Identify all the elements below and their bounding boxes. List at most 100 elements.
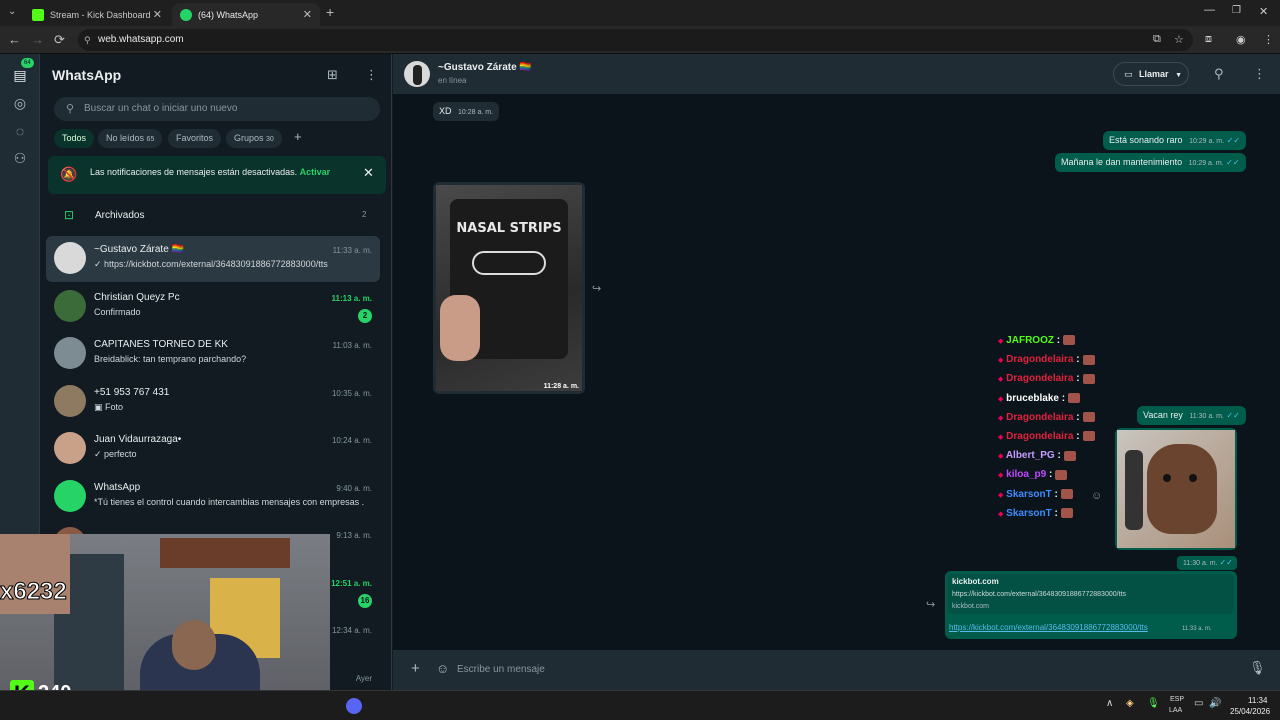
tab-label: (64) WhatsApp xyxy=(198,9,259,20)
image-message[interactable]: NASAL STRIPS 11:28 a. m. xyxy=(433,182,585,394)
browser-menu-icon[interactable]: ⋮ xyxy=(1263,33,1274,46)
message-text: Mañana le dan mantenimiento xyxy=(1061,157,1183,167)
filter-label: Grupos xyxy=(234,133,264,143)
image-time-bar: 11:30 a. m. ✓✓ xyxy=(1177,556,1237,570)
chat-avatar[interactable] xyxy=(54,337,86,369)
tray-chevron-icon[interactable]: ∧ xyxy=(1106,698,1113,709)
conversation-header[interactable]: ~Gustavo Zárate 🏳️‍🌈 en línea ▭ Llamar ▼… xyxy=(393,54,1280,94)
window-close-icon[interactable]: ✕ xyxy=(1259,5,1268,18)
new-tab-icon[interactable]: + xyxy=(326,4,334,20)
search-input[interactable]: ⚲ Buscar un chat o iniciar uno nuevo xyxy=(54,97,380,121)
tray-app-icon[interactable]: ◈ xyxy=(1126,698,1134,709)
bookmark-star-icon[interactable]: ☆ xyxy=(1174,33,1184,46)
filter-todos[interactable]: Todos xyxy=(54,129,95,148)
message-out[interactable]: Vacan rey 11:30 a. m. ✓✓ xyxy=(1137,406,1246,425)
tray-mic-icon[interactable]: 🎙 xyxy=(1147,698,1160,709)
chat-name: +51 953 767 431 xyxy=(94,386,170,398)
forward-icon[interactable]: → xyxy=(31,32,44,47)
overlay-colon: : xyxy=(1073,431,1080,442)
add-filter-icon[interactable]: + xyxy=(294,129,302,144)
chat-row[interactable]: Christian Queyz Pc Confirmado 11:13 a. m. 2 xyxy=(46,284,380,330)
maximize-icon[interactable]: ❐ xyxy=(1232,5,1241,16)
lang-bottom[interactable]: LAA xyxy=(1169,707,1182,714)
message-time: 11:30 a. m. xyxy=(1189,413,1224,420)
search-icon: ⚲ xyxy=(66,103,75,115)
channels-icon[interactable]: ◌ xyxy=(11,122,29,140)
menu-icon[interactable]: ⋮ xyxy=(365,67,378,83)
chat-preview: Breidablick: tan temprano parchando? xyxy=(94,354,247,364)
archived-row[interactable]: ⊡ Archivados 2 xyxy=(40,204,392,228)
link-message[interactable]: kickbot.com https://kickbot.com/external… xyxy=(945,571,1237,639)
filter-no-leidos[interactable]: No leídos 65 xyxy=(98,129,163,148)
clock-time[interactable]: 11:34 xyxy=(1248,696,1267,705)
chat-row[interactable]: Juan Vidaurrazaga• ✓ perfecto 10:24 a. m. xyxy=(46,426,380,472)
filter-favoritos[interactable]: Favoritos xyxy=(168,129,222,148)
forward-icon[interactable]: ↪ xyxy=(926,598,935,611)
chat-avatar[interactable] xyxy=(54,289,86,322)
contact-avatar[interactable] xyxy=(404,61,430,87)
chat-avatar[interactable] xyxy=(54,479,86,512)
extensions-icon[interactable]: ⧈ xyxy=(1205,33,1212,46)
chat-name: ~Gustavo Zárate 🏳️‍🌈 xyxy=(94,244,184,255)
link-url[interactable]: https://kickbot.com/external/36483091886… xyxy=(949,623,1148,632)
chat-avatar[interactable] xyxy=(54,384,86,417)
user-badge-icon: ◆ xyxy=(998,453,1004,461)
link-desc: https://kickbot.com/external/36483091886… xyxy=(952,591,1126,598)
site-info-icon[interactable]: ⚲ xyxy=(84,29,91,51)
link-preview[interactable]: kickbot.com https://kickbot.com/external… xyxy=(948,574,1234,614)
chat-row[interactable]: ~Gustavo Zárate 🏳️‍🌈 ✓ https://kickbot.co… xyxy=(46,236,380,282)
dismiss-notice-icon[interactable]: ✕ xyxy=(363,165,374,181)
chat-menu-icon[interactable]: ⋮ xyxy=(1253,66,1266,82)
overlay-user: kiloa_p9 xyxy=(1006,469,1047,481)
tab-list-icon[interactable]: ⌄ xyxy=(8,6,16,17)
chat-row[interactable]: +51 953 767 431 ▣ Foto 10:35 a. m. xyxy=(46,379,380,425)
tab-whatsapp[interactable]: (64) WhatsApp ✕ xyxy=(172,3,320,26)
lang-top[interactable]: ESP xyxy=(1170,696,1184,703)
filter-grupos[interactable]: Grupos 30 xyxy=(226,129,282,148)
message-out[interactable]: Está sonando raro 10:29 a. m. ✓✓ xyxy=(1103,131,1247,150)
overlay-colon: : xyxy=(1054,450,1061,462)
activate-link[interactable]: Activar xyxy=(300,167,331,177)
install-icon[interactable]: ⧉ xyxy=(1153,33,1161,46)
forward-icon[interactable]: ↪ xyxy=(592,282,601,295)
message-input[interactable]: Escribe un mensaje xyxy=(441,659,1231,681)
attach-plus-icon[interactable]: + xyxy=(411,660,420,677)
close-tab-icon[interactable]: ✕ xyxy=(153,8,162,21)
chat-row[interactable]: WhatsApp *Tú tienes el control cuando int… xyxy=(46,474,380,520)
volume-icon[interactable]: 🔊 xyxy=(1209,698,1221,709)
image-message[interactable] xyxy=(1115,428,1237,550)
chat-avatar[interactable] xyxy=(54,242,86,274)
communities-icon[interactable]: ⚇ xyxy=(11,149,29,167)
emote-icon xyxy=(1060,488,1073,499)
chats-icon[interactable]: ▤ 64 xyxy=(11,58,34,84)
overlay-user: Dragondelaira xyxy=(1006,373,1074,385)
status-icon[interactable]: ◎ xyxy=(11,94,29,112)
address-bar[interactable]: ⚲ web.whatsapp.com xyxy=(78,29,1193,51)
message-out[interactable]: Mañana le dan mantenimiento 10:29 a. m. … xyxy=(1055,153,1246,172)
microphone-icon[interactable]: 🎙 xyxy=(1249,660,1266,676)
chat-time: 12:34 a. m. xyxy=(331,626,372,635)
tab-label: Stream - Kick Dashboard xyxy=(50,9,151,20)
chat-avatar[interactable] xyxy=(54,432,86,464)
back-icon[interactable]: ← xyxy=(8,32,21,47)
search-chat-icon[interactable]: ⚲ xyxy=(1214,66,1224,82)
chat-row[interactable]: CAPITANES TORNEO DE KK Breidablick: tan t… xyxy=(46,331,380,377)
discord-icon[interactable] xyxy=(346,698,362,714)
new-chat-icon[interactable]: ⊞ xyxy=(327,67,338,83)
close-tab-icon[interactable]: ✕ xyxy=(303,8,312,21)
call-button[interactable]: ▭ Llamar ▼ xyxy=(1113,62,1189,86)
overlay-colon: : xyxy=(1046,469,1053,481)
tab-kick-dashboard[interactable]: Stream - Kick Dashboard ✕ xyxy=(24,3,170,26)
clock-date[interactable]: 25/04/2026 xyxy=(1230,707,1270,716)
emoji-react-icon[interactable]: ☺ xyxy=(1091,490,1102,502)
message-in[interactable]: XD 10:28 a. m. xyxy=(433,102,500,121)
conversation-panel: ~Gustavo Zárate 🏳️‍🌈 en línea ▭ Llamar ▼… xyxy=(393,54,1280,690)
overlay-chat-line: ◆ Albert_PG : xyxy=(998,450,1076,461)
minimize-icon[interactable]: — xyxy=(1204,4,1215,16)
overlay-chat-line: ◆ Dragondelaira : xyxy=(998,354,1095,365)
reload-icon[interactable]: ⟳ xyxy=(54,32,65,48)
network-icon[interactable]: ▭ xyxy=(1194,698,1203,709)
user-badge-icon: ◆ xyxy=(998,414,1004,422)
dog-eye xyxy=(1189,474,1197,482)
profile-icon[interactable]: ◉ xyxy=(1236,33,1246,46)
